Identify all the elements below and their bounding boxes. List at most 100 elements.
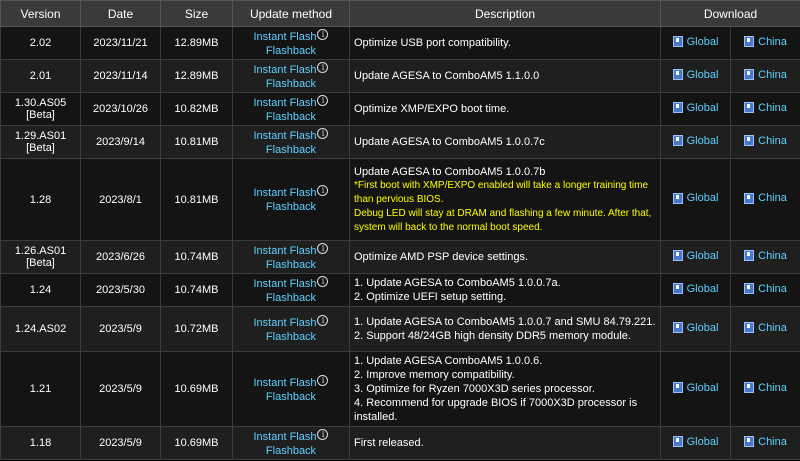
download-icon [672, 135, 683, 147]
download-china-link[interactable]: China [744, 135, 787, 147]
download-global-label: Global [686, 101, 719, 114]
flashback-link[interactable]: Flashback [266, 201, 316, 213]
flashback-link[interactable]: Flashback [266, 445, 316, 457]
download-global-link[interactable]: Global [672, 192, 718, 204]
download-china-link[interactable]: China [744, 436, 787, 448]
header-description: Description [349, 0, 661, 27]
version-number: 1.21 [29, 383, 52, 395]
download-china-link[interactable]: China [744, 192, 787, 204]
version-cell: 1.24.AS02 [0, 306, 81, 352]
flashback-link[interactable]: Flashback [266, 259, 316, 271]
info-icon[interactable]: i [317, 28, 329, 40]
size-cell: 10.74MB [160, 240, 233, 274]
info-icon[interactable]: i [317, 61, 329, 73]
download-global-label: Global [686, 134, 719, 147]
instant-flash-link[interactable]: Instant Flash [254, 278, 317, 290]
table-row: 2.02 2023/11/21 12.89MB Instant Flash i Flash… [0, 26, 800, 60]
date-cell: 2023/9/14 [80, 125, 161, 159]
size-cell: 10.69MB [160, 426, 233, 460]
instant-flash-link[interactable]: Instant Flash [254, 64, 317, 76]
download-global-link[interactable]: Global [672, 36, 718, 48]
description-cell: Optimize XMP/EXPO boot time. [349, 92, 661, 126]
download-icon [672, 283, 683, 295]
info-icon[interactable]: i [317, 428, 329, 440]
instant-flash-label: Instant Flash [253, 430, 317, 443]
download-global-link[interactable]: Global [672, 69, 718, 81]
info-icon[interactable]: i [317, 127, 329, 139]
download-global-link[interactable]: Global [672, 101, 719, 114]
instant-flash-link[interactable]: Instant Flash [254, 431, 317, 443]
download-icon [744, 382, 755, 394]
description-line: 1. Update AGESA ComboAM5 1.0.0.6. [354, 355, 543, 367]
description-warning: Debug LED will stay at DRAM and flashing… [354, 207, 652, 233]
info-icon[interactable]: i [317, 94, 329, 106]
download-china-cell: China [730, 158, 800, 241]
flashback-link[interactable]: Flashback [266, 144, 316, 156]
instant-flash-label: Instant Flash [253, 316, 317, 329]
info-icon[interactable]: i [317, 374, 329, 386]
description-line: Update AGESA to ComboAM5 1.0.0.7b [354, 165, 546, 178]
instant-flash-link[interactable]: Instant Flash [254, 97, 317, 109]
download-china-label: China [758, 35, 787, 48]
header-size: Size [160, 0, 233, 27]
download-china-link[interactable]: China [744, 36, 787, 48]
description-cell: 1. Update AGESA to ComboAM5 1.0.0.7a. 2. … [349, 273, 661, 307]
update-method-cell: Instant Flash i Flashback [232, 158, 350, 241]
table-row: 1.24 2023/5/30 10.74MB Instant Flash i Flashb… [0, 273, 800, 307]
instant-flash-label: Instant Flash [253, 96, 317, 109]
download-global-label: Global [686, 282, 719, 295]
download-china-label: China [758, 435, 787, 448]
flashback-link[interactable]: Flashback [266, 331, 316, 343]
info-icon[interactable]: i [317, 314, 329, 326]
download-global-link[interactable]: Global [672, 134, 719, 147]
download-icon [672, 102, 683, 114]
description-cell: Optimize USB port compatibility. [349, 26, 661, 60]
instant-flash-label: Instant Flash [253, 129, 317, 142]
download-global-link[interactable]: Global [672, 382, 718, 394]
version-cell: 1.28 [0, 158, 81, 241]
instant-flash-link[interactable]: Instant Flash [254, 31, 317, 43]
download-icon [744, 192, 755, 204]
date-cell: 2023/5/9 [80, 351, 161, 427]
download-global-link[interactable]: Global [672, 250, 718, 262]
flashback-link[interactable]: Flashback [266, 111, 316, 123]
flashback-link[interactable]: Flashback [266, 45, 316, 57]
version-number: 1.30.AS05 [14, 97, 67, 109]
instant-flash-link[interactable]: Instant Flash [254, 245, 317, 257]
bios-table: Version Date Size Update method Descript… [0, 0, 800, 460]
size-cell: 10.81MB [160, 158, 233, 241]
download-global-link[interactable]: Global [672, 321, 719, 334]
download-china-link[interactable]: China [744, 283, 787, 295]
instant-flash-link[interactable]: Instant Flash [254, 377, 317, 389]
instant-flash-link[interactable]: Instant Flash [254, 317, 317, 329]
download-global-link[interactable]: Global [672, 436, 718, 448]
update-method-cell: Instant Flash i Flashback [232, 92, 350, 126]
instant-flash-label: Instant Flash [253, 187, 317, 199]
info-icon[interactable]: i [317, 275, 329, 287]
download-icon [744, 102, 755, 114]
table-row: 1.24.AS02 2023/5/9 10.72MB Instant Flash i Fl… [0, 306, 800, 352]
instant-flash-link[interactable]: Instant Flash [254, 187, 317, 199]
table-row: 1.18 2023/5/9 10.69MB Instant Flash i Flashba… [0, 426, 800, 460]
download-global-cell: Global [660, 426, 731, 460]
flashback-link[interactable]: Flashback [266, 78, 316, 90]
download-china-link[interactable]: China [744, 382, 787, 394]
flashback-link[interactable]: Flashback [266, 292, 316, 304]
update-method-cell: Instant Flash i Flashback [232, 351, 350, 427]
table-row: 2.01 2023/11/14 12.89MB Instant Flash i Flash… [0, 59, 800, 93]
download-global-cell: Global [660, 240, 731, 274]
description-cell: Optimize AMD PSP device settings. [349, 240, 661, 274]
flashback-link[interactable]: Flashback [266, 391, 316, 403]
download-china-link[interactable]: China [744, 250, 787, 262]
table-header-row: Version Date Size Update method Descript… [0, 0, 800, 27]
download-china-link[interactable]: China [744, 322, 787, 334]
info-icon[interactable]: i [317, 185, 329, 196]
download-china-label: China [758, 68, 787, 81]
download-china-link[interactable]: China [744, 69, 787, 81]
download-global-label: Global [686, 321, 719, 334]
update-method-cell: Instant Flash i Flashback [232, 306, 350, 352]
info-icon[interactable]: i [317, 242, 329, 254]
download-china-link[interactable]: China [744, 102, 787, 114]
instant-flash-link[interactable]: Instant Flash [254, 130, 317, 142]
download-global-link[interactable]: Global [672, 282, 719, 295]
